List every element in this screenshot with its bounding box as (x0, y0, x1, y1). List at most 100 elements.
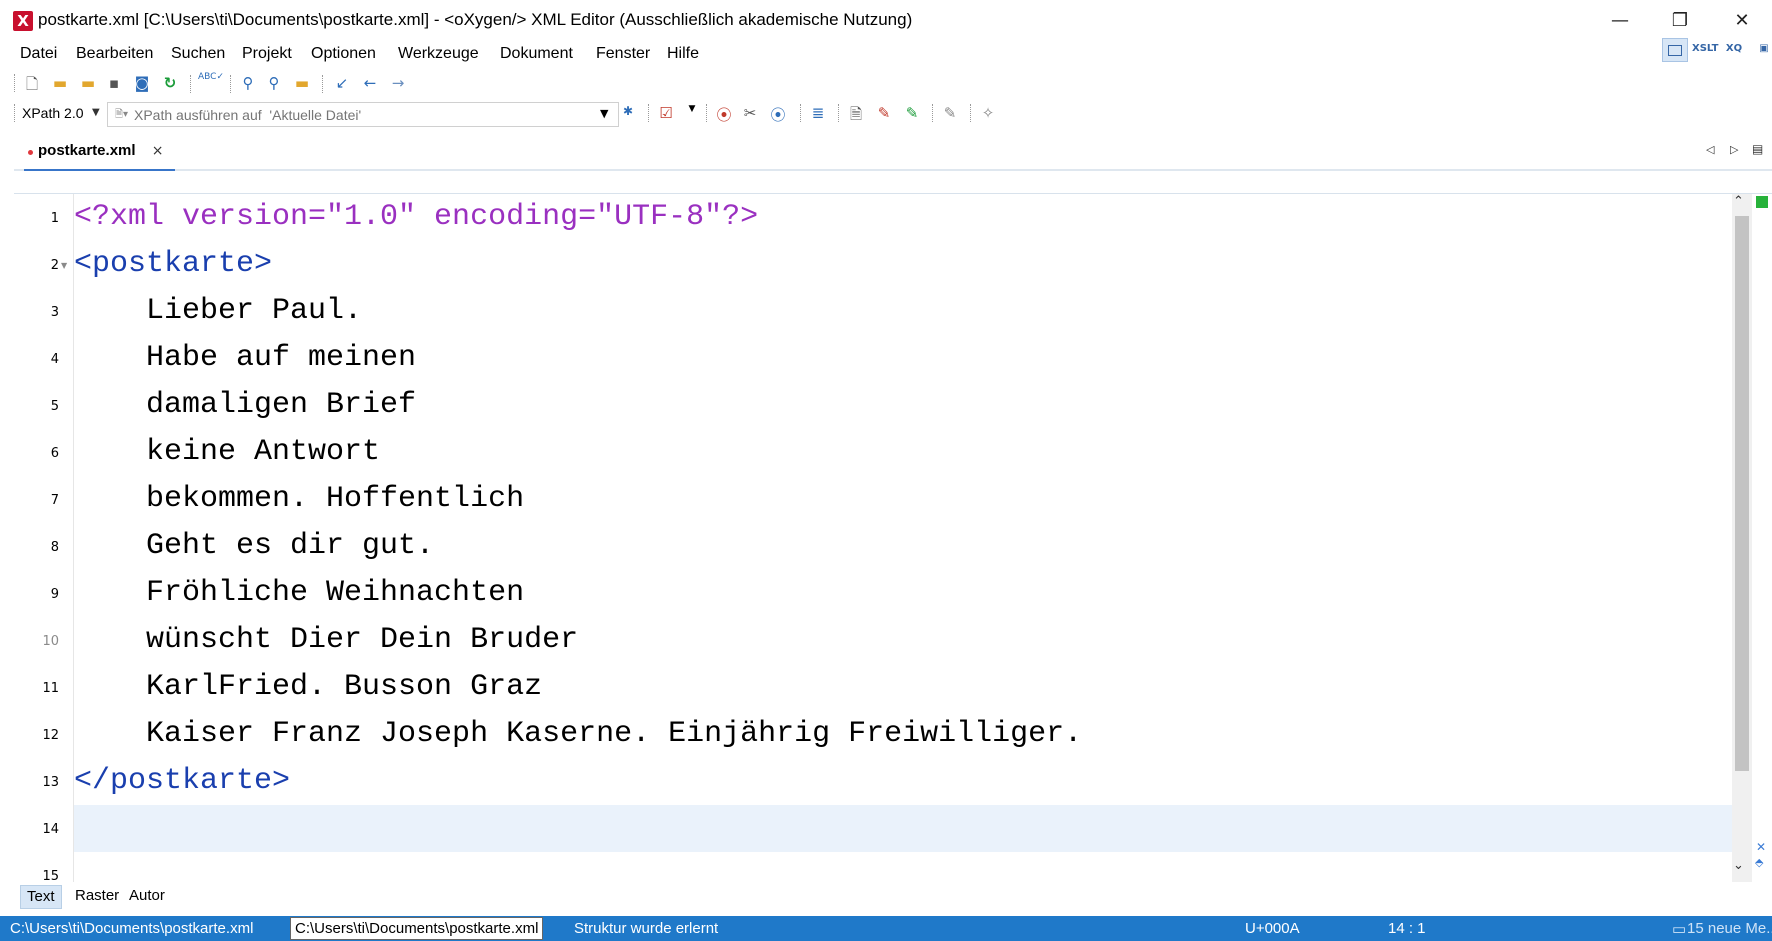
code-line[interactable]: Habe auf meinen (74, 335, 416, 382)
xml-text-editor[interactable]: 1 2 ▼ 3 4 5 6 7 8 9 10 11 12 13 14 15 <?xml version="1.… (14, 194, 1732, 882)
configure-transformation-icon[interactable]: ✂ (740, 104, 760, 124)
text-content: Fröhliche Weihnachten (74, 576, 525, 610)
menu-projekt[interactable]: Projekt (242, 45, 292, 63)
editor-tab-strip: postkarte.xml × ◁ ▷ ▤ (14, 137, 1772, 171)
text-content: Geht es dir gut. (74, 529, 435, 563)
edit-disabled-icon: ✎ (943, 104, 957, 122)
apply-transformation-icon[interactable]: ⦿ (714, 104, 734, 124)
database-perspective-button[interactable]: ▣ (1752, 38, 1772, 60)
back-icon[interactable]: ← (360, 74, 380, 94)
text-content: bekommen. Hoffentlich (74, 482, 525, 516)
breadcrumb (14, 171, 1772, 194)
tab-list-icon[interactable]: ▤ (1752, 142, 1763, 156)
close-window-button[interactable]: ✕ (1712, 4, 1772, 38)
maximize-button[interactable]: ❐ (1650, 4, 1710, 38)
open-url-icon[interactable]: ▬ (78, 74, 98, 94)
code-line[interactable]: KarlFried. Busson Graz (74, 664, 542, 711)
status-file-path: C:\Users\ti\Documents\postkarte.xml (10, 920, 254, 937)
validation-status-icon (1756, 196, 1768, 208)
tab-close-icon[interactable]: × (152, 143, 164, 159)
format-indent-icon[interactable]: ≣ (808, 104, 828, 124)
last-edit-icon[interactable]: ↙ (332, 74, 352, 94)
xslt-debugger-perspective-button[interactable]: XSLT (1692, 38, 1718, 60)
code-line[interactable]: damaligen Brief (74, 382, 416, 429)
tab-scroll-right-icon[interactable]: ▷ (1730, 143, 1738, 156)
find-icon[interactable]: ⚲ (238, 74, 258, 94)
spellcheck-icon[interactable]: ABC✓ (198, 72, 224, 92)
xpath-version-caret-icon[interactable]: ▼ (92, 107, 100, 118)
menu-werkzeuge[interactable]: Werkzeuge (398, 45, 479, 63)
tab-text-mode[interactable]: Text (20, 885, 62, 909)
menu-fenster[interactable]: Fenster (596, 45, 650, 63)
validate-dropdown-icon[interactable]: ▼ (682, 104, 702, 124)
reload-icon[interactable]: ↻ (160, 74, 180, 94)
code-line[interactable]: keine Antwort (74, 429, 380, 476)
notifications-icon[interactable]: ▭ (1672, 920, 1686, 938)
code-line[interactable]: <postkarte> (74, 241, 272, 288)
tab-author-mode[interactable]: Autor (123, 885, 171, 907)
tab-postkarte-xml[interactable]: postkarte.xml × (24, 137, 176, 171)
status-path-tooltip: C:\Users\ti\Documents\postkarte.xml (290, 917, 544, 940)
code-line[interactable]: Kaiser Franz Joseph Kaserne. Einjährig F… (74, 711, 1082, 758)
debug-scenario-icon[interactable]: ⦿ (768, 104, 788, 124)
code-line[interactable]: </postkarte> (74, 758, 290, 805)
text-content: wünscht Dier Dein Bruder (74, 623, 579, 657)
minimize-button[interactable]: — (1590, 4, 1650, 38)
code-line[interactable]: Lieber Paul. (74, 288, 362, 335)
line-number: 8 (50, 540, 59, 555)
associate-schema-icon[interactable]: 🗎 (846, 104, 866, 124)
editor-perspective-button[interactable] (1662, 38, 1688, 62)
validate-icon[interactable]: ☑ (656, 104, 676, 124)
line-number: 1 (50, 211, 59, 226)
tab-grid-mode[interactable]: Raster (69, 885, 125, 907)
menu-dokument[interactable]: Dokument (500, 45, 573, 63)
xpath-input[interactable] (134, 105, 594, 124)
scrollbar-thumb[interactable] (1735, 216, 1749, 771)
code-line[interactable]: bekommen. Hoffentlich (74, 476, 524, 523)
xpath-query-box[interactable]: 🗎▾ (107, 102, 619, 127)
pin-green-icon[interactable]: ✎ (902, 104, 922, 124)
scroll-down-icon[interactable]: ⌄ (1733, 858, 1744, 873)
code-line[interactable]: wünscht Dier Dein Bruder (74, 617, 578, 664)
text-content: Kaiser Franz Joseph Kaserne. Einjährig F… (74, 717, 1083, 751)
document-scope-icon[interactable]: 🗎▾ (115, 107, 128, 124)
title-bar: X postkarte.xml [C:\Users\ti\Documents\p… (0, 0, 1772, 42)
menu-bearbeiten[interactable]: Bearbeiten (76, 45, 153, 63)
xml-declaration: <?xml version="1.0" encoding="UTF-8"?> (74, 200, 759, 234)
xpath-version-select[interactable]: XPath 2.0 (22, 105, 84, 121)
toolbar-separator (706, 104, 708, 122)
scroll-up-icon[interactable]: ⌃ (1733, 194, 1744, 209)
status-bar: C:\Users\ti\Documents\postkarte.xml C:\U… (0, 916, 1772, 941)
xpath-history-dropdown-icon[interactable]: ▼ (600, 107, 608, 120)
current-line-highlight (74, 805, 1732, 852)
oxygen-app-icon: X (13, 11, 33, 31)
xquery-debugger-perspective-button[interactable]: XQ (1722, 38, 1746, 60)
status-notifications[interactable]: 15 neue Me... (1687, 920, 1772, 937)
open-in-browser-icon[interactable]: ▬ (292, 74, 312, 94)
line-number: 7 (50, 493, 59, 508)
code-line[interactable]: <?xml version="1.0" encoding="UTF-8"?> (74, 194, 758, 241)
save-all-icon[interactable]: ◙ (132, 74, 152, 94)
code-line[interactable]: Geht es dir gut. (74, 523, 434, 570)
menu-bar: Datei Bearbeiten Suchen Projekt Optionen… (0, 42, 1772, 70)
xpath-settings-icon[interactable]: ✱ (618, 104, 638, 124)
menu-hilfe[interactable]: Hilfe (667, 45, 699, 63)
line-number: 5 (50, 399, 59, 414)
tab-scroll-left-icon[interactable]: ◁ (1706, 143, 1714, 156)
fold-toggle-icon[interactable]: ▼ (61, 261, 67, 270)
forward-icon[interactable]: → (388, 74, 408, 94)
new-file-icon[interactable]: 🗋 (22, 74, 42, 94)
line-number: 4 (50, 352, 59, 367)
menu-suchen[interactable]: Suchen (171, 45, 225, 63)
line-number: 6 (50, 446, 59, 461)
find-in-files-icon[interactable]: ⚲ (264, 74, 284, 94)
menu-datei[interactable]: Datei (20, 45, 57, 63)
menu-optionen[interactable]: Optionen (311, 45, 376, 63)
split-editor-icon[interactable]: ⬘ (1755, 856, 1763, 869)
code-line[interactable]: Fröhliche Weihnachten (74, 570, 524, 617)
open-folder-icon[interactable]: ▬ (50, 74, 70, 94)
close-split-icon[interactable]: ✕ (1756, 840, 1766, 854)
pin-red-icon[interactable]: ✎ (874, 104, 894, 124)
save-icon[interactable]: ▪ (104, 74, 124, 94)
text-content: KarlFried. Busson Graz (74, 670, 543, 704)
